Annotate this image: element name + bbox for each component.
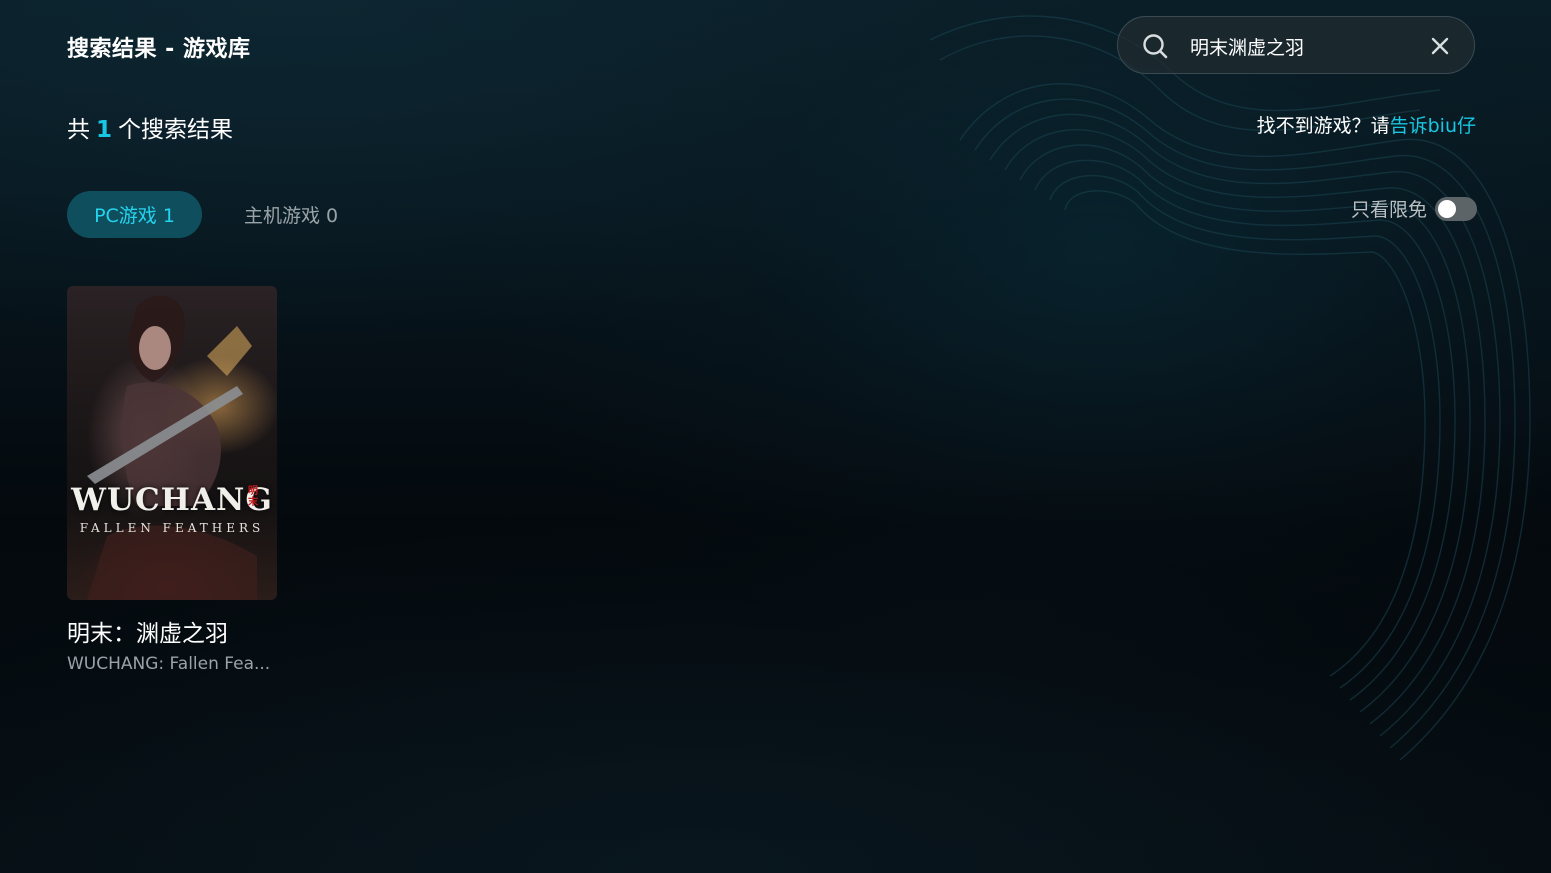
search-icon[interactable]: [1142, 33, 1168, 59]
cover-seal: 明末: [248, 486, 258, 508]
free-only-toggle[interactable]: [1435, 196, 1477, 221]
result-count: 共 1 个搜索结果: [67, 110, 233, 144]
close-icon[interactable]: [1430, 36, 1450, 56]
page-title: 搜索结果 - 游戏库: [67, 37, 251, 62]
game-cover[interactable]: WUCHANG FALLEN FEATHERS 明末: [67, 286, 277, 600]
feedback-text: 找不到游戏？请: [1256, 115, 1390, 137]
game-subtitle: WUCHANG: Fallen Fea...: [67, 654, 271, 674]
free-only-filter: 只看限免: [1351, 195, 1477, 222]
cover-logo: WUCHANG: [71, 482, 273, 518]
search-input[interactable]: [1190, 31, 1410, 61]
tab-console-games[interactable]: 主机游戏 0: [244, 191, 338, 238]
free-only-label: 只看限免: [1350, 199, 1427, 221]
tab-pc-games[interactable]: PC游戏 1: [67, 191, 202, 238]
toggle-knob: [1438, 199, 1456, 218]
game-card[interactable]: WUCHANG FALLEN FEATHERS 明末 明末：渊虚之羽 WUCHA…: [67, 286, 277, 674]
feedback-prompt: 找不到游戏？请告诉biu仔: [1257, 111, 1476, 138]
result-count-prefix: 共: [67, 117, 90, 143]
cover-subtitle: FALLEN FEATHERS: [79, 521, 265, 535]
game-title[interactable]: 明末：渊虚之羽: [67, 614, 277, 648]
result-count-number: 1: [96, 117, 113, 143]
cover-artwork: [87, 295, 257, 600]
search-box[interactable]: [1117, 16, 1475, 74]
result-count-suffix: 个搜索结果: [118, 117, 234, 143]
feedback-link[interactable]: 告诉biu仔: [1390, 115, 1476, 137]
